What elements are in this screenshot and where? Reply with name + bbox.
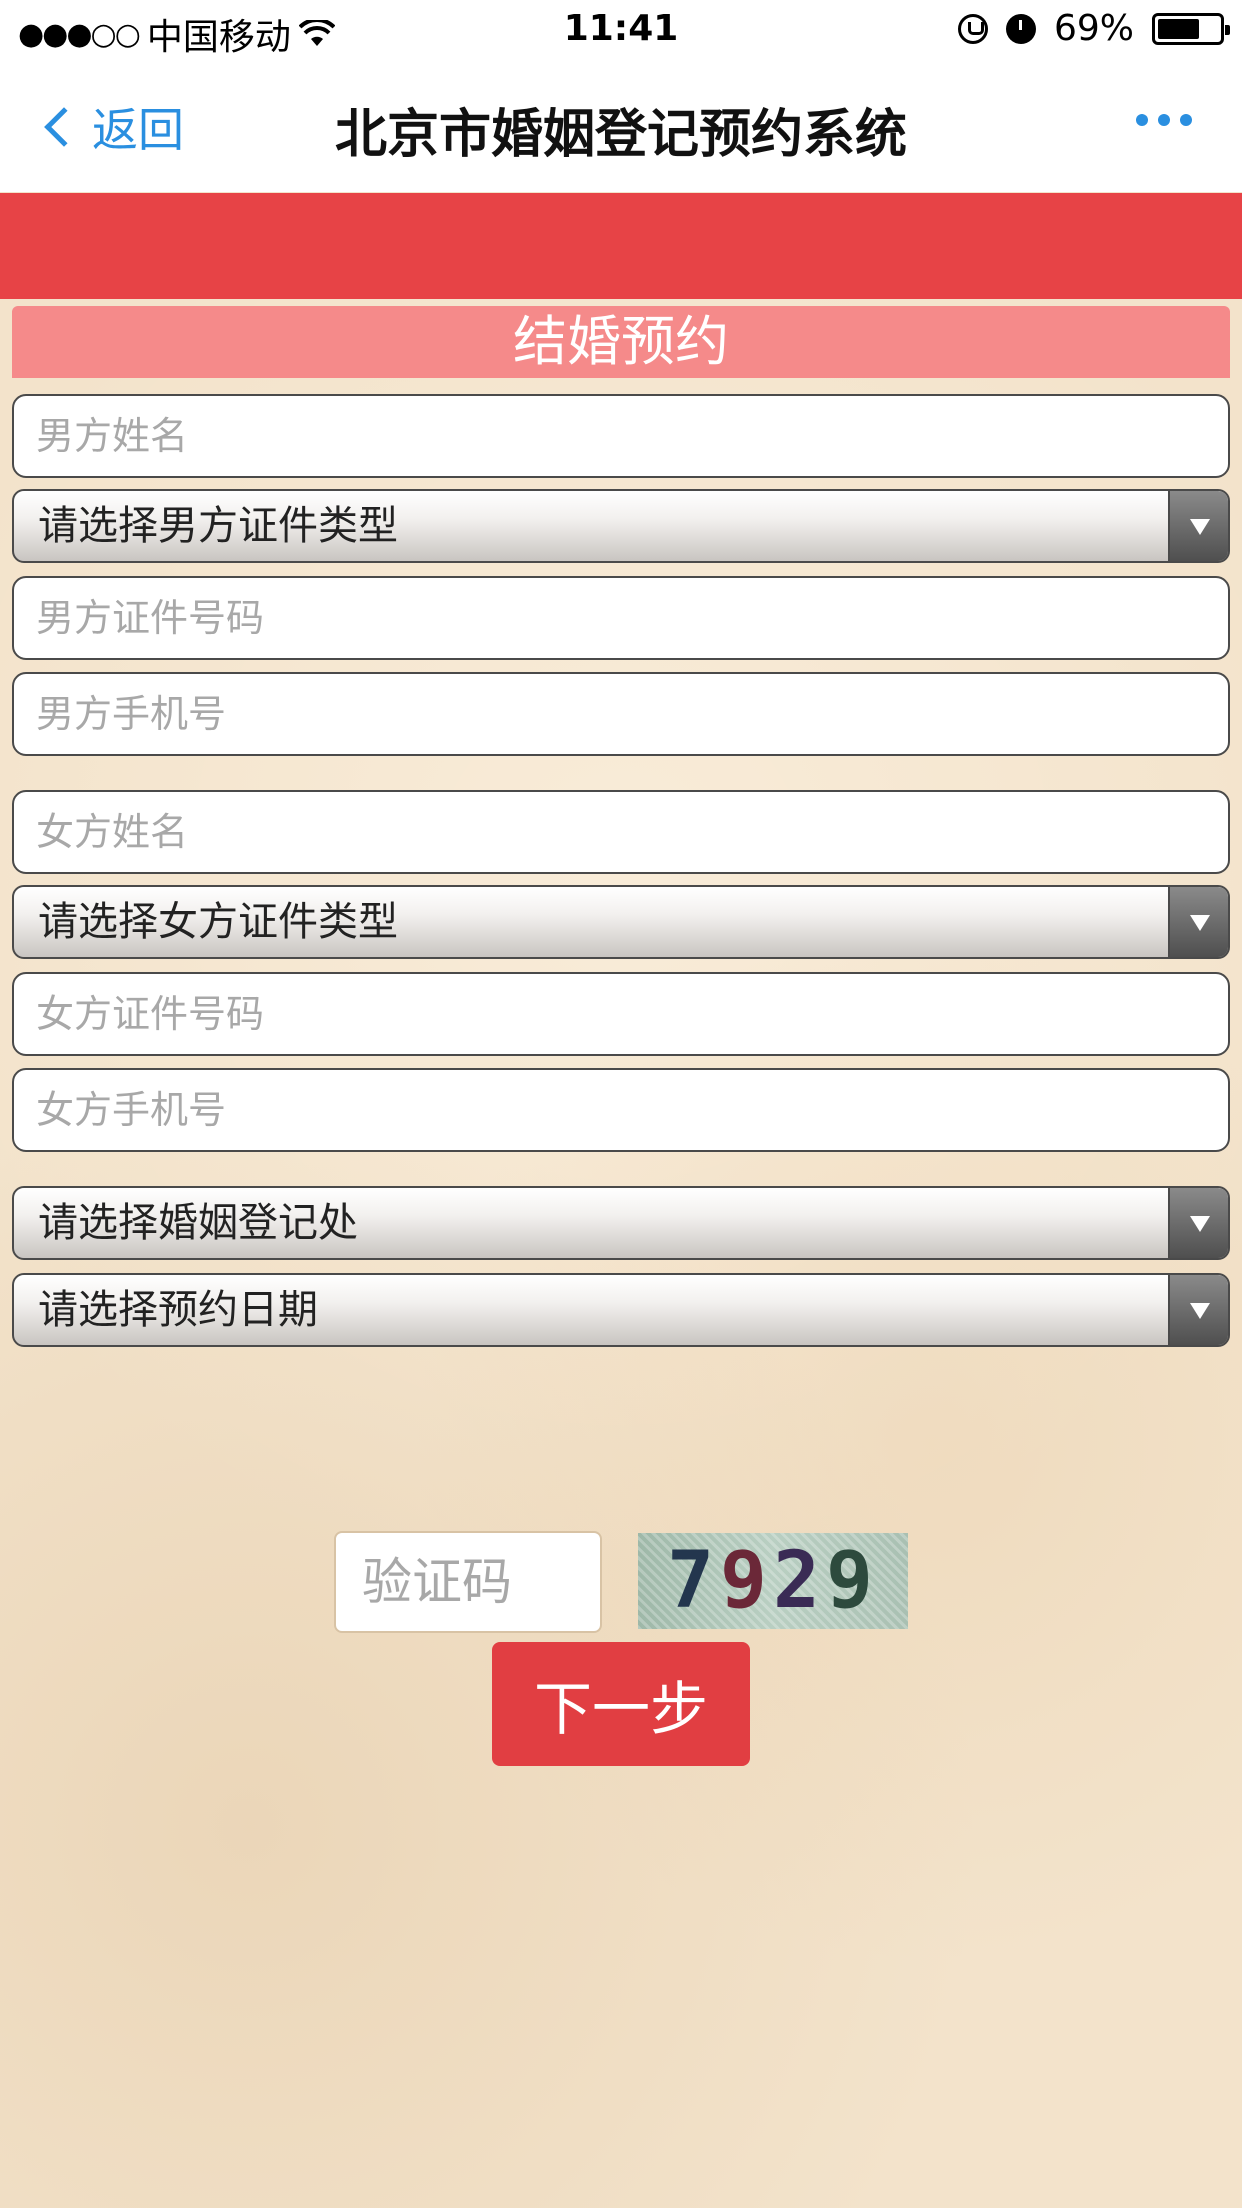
dropdown-arrow-icon xyxy=(1168,1188,1228,1258)
status-bar: ●●●○○ 中国移动 11:41 69% xyxy=(0,0,1242,62)
dropdown-arrow-icon xyxy=(1168,491,1228,561)
battery-fill xyxy=(1158,18,1200,39)
captcha-image[interactable]: 7 9 2 9 xyxy=(638,1533,908,1629)
captcha-input[interactable] xyxy=(334,1531,602,1633)
dropdown-arrow-icon xyxy=(1168,1275,1228,1345)
male-id-number-input[interactable] xyxy=(12,576,1230,660)
male-name-input[interactable] xyxy=(12,394,1230,478)
captcha-digit: 9 xyxy=(825,1536,879,1626)
more-dot xyxy=(1180,114,1192,126)
battery-percent: 69% xyxy=(1053,8,1134,49)
captcha-digit: 7 xyxy=(667,1536,721,1626)
female-name-input[interactable] xyxy=(12,790,1230,874)
appointment-date-value: 请选择预约日期 xyxy=(38,1287,318,1333)
registry-office-select[interactable]: 请选择婚姻登记处 xyxy=(12,1186,1230,1260)
female-id-type-value: 请选择女方证件类型 xyxy=(38,899,398,945)
male-phone-input[interactable] xyxy=(12,672,1230,756)
header-banner xyxy=(0,193,1242,299)
dropdown-arrow-icon xyxy=(1168,887,1228,957)
nav-bar: 返回 北京市婚姻登记预约系统 xyxy=(0,62,1242,192)
captcha-digit: 2 xyxy=(773,1536,826,1626)
male-id-type-select[interactable]: 请选择男方证件类型 xyxy=(12,489,1230,563)
form-title: 结婚预约 xyxy=(12,306,1230,378)
rotation-lock-icon xyxy=(957,13,988,44)
female-id-type-select[interactable]: 请选择女方证件类型 xyxy=(12,885,1230,959)
alarm-icon xyxy=(1005,13,1036,44)
next-step-button[interactable]: 下一步 xyxy=(492,1642,750,1766)
page-title: 北京市婚姻登记预约系统 xyxy=(334,105,907,165)
battery-icon xyxy=(1152,12,1230,45)
female-phone-input[interactable] xyxy=(12,1068,1230,1152)
female-id-number-input[interactable] xyxy=(12,972,1230,1056)
more-dot xyxy=(1136,114,1148,126)
male-id-type-value: 请选择男方证件类型 xyxy=(38,503,398,549)
registry-office-value: 请选择婚姻登记处 xyxy=(38,1200,358,1246)
more-options-icon[interactable] xyxy=(1136,114,1192,126)
captcha-digit: 9 xyxy=(720,1536,773,1626)
appointment-date-select[interactable]: 请选择预约日期 xyxy=(12,1273,1230,1347)
status-right: 69% xyxy=(957,8,1230,49)
more-dot xyxy=(1158,114,1170,126)
